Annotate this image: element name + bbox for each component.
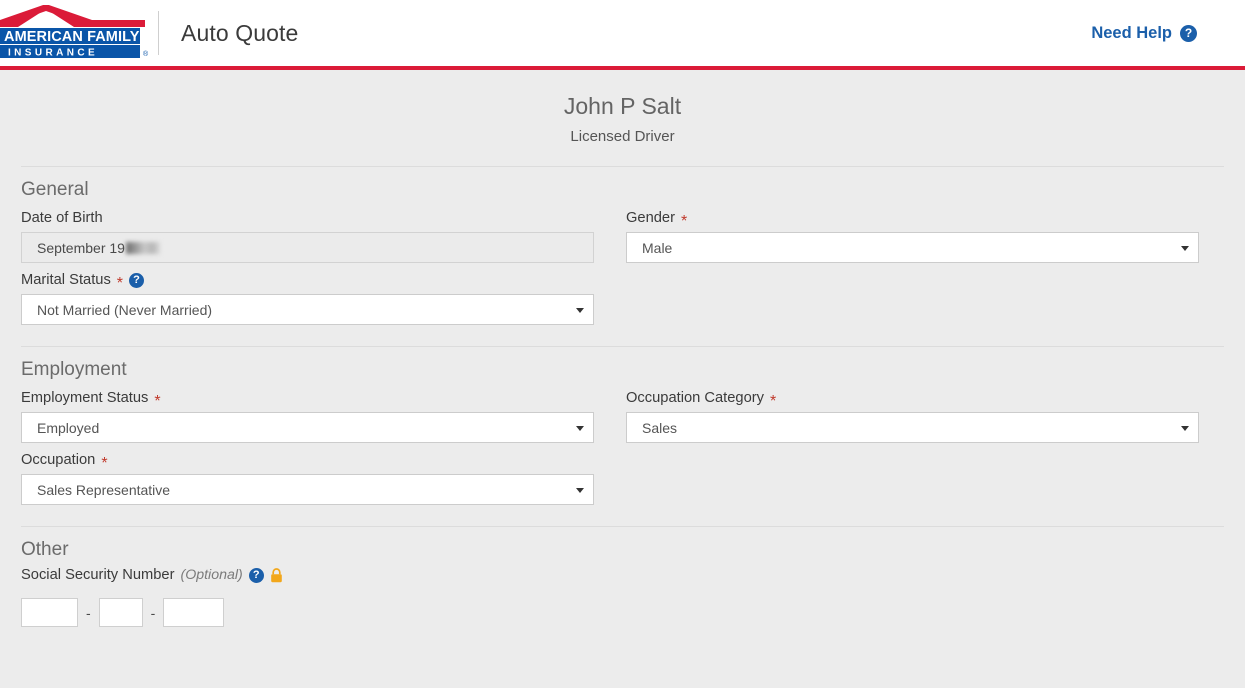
- question-mark-circle-icon[interactable]: ?: [1180, 25, 1197, 42]
- field-marital-status: Marital Status * ? Not Married (Never Ma…: [21, 272, 626, 325]
- section-title-other: Other: [21, 539, 1245, 561]
- app-header: AMERICAN FAMILY INSURANCE ® Auto Quote N…: [0, 0, 1245, 70]
- form-row-dob-gender: Date of Birth September 19 Gender * Male: [0, 210, 1245, 263]
- form-row-ssn-label: Social Security Number (Optional) ?: [0, 567, 1245, 589]
- svg-text:®: ®: [143, 50, 149, 58]
- need-help-label: Need Help: [1091, 24, 1172, 43]
- gender-value: Male: [642, 240, 672, 256]
- date-of-birth-input: September 19: [21, 232, 594, 263]
- section-divider: [21, 166, 1224, 167]
- ssn-part2-input[interactable]: [99, 598, 143, 627]
- label-text: Gender: [626, 210, 675, 227]
- required-asterisk: *: [101, 459, 107, 469]
- field-date-of-birth: Date of Birth September 19: [21, 210, 626, 263]
- label-date-of-birth: Date of Birth: [21, 210, 626, 227]
- section-title-general: General: [21, 179, 1245, 201]
- label-text: Social Security Number: [21, 567, 174, 584]
- ssn-part1-input[interactable]: [21, 598, 78, 627]
- need-help-link[interactable]: Need Help ?: [1091, 24, 1197, 43]
- dropdown-caret-icon: [1181, 246, 1189, 251]
- svg-text:INSURANCE: INSURANCE: [8, 48, 98, 59]
- padlock-icon: [270, 568, 283, 583]
- label-marital-status: Marital Status * ?: [21, 272, 626, 289]
- field-occupation: Occupation * Sales Representative: [21, 452, 626, 505]
- driver-name: John P Salt: [0, 94, 1245, 119]
- occupation-value: Sales Representative: [37, 482, 170, 498]
- dropdown-caret-icon: [1181, 426, 1189, 431]
- driver-role: Licensed Driver: [0, 128, 1245, 145]
- label-text: Date of Birth: [21, 210, 103, 227]
- dropdown-caret-icon: [576, 426, 584, 431]
- occupation-category-select[interactable]: Sales: [626, 412, 1199, 443]
- gender-select[interactable]: Male: [626, 232, 1199, 263]
- dropdown-caret-icon: [576, 308, 584, 313]
- section-general: General Date of Birth September 19 Gende…: [0, 166, 1245, 325]
- field-employment-status: Employment Status * Employed: [21, 390, 626, 443]
- driver-header: John P Salt Licensed Driver: [0, 70, 1245, 145]
- field-occupation-category: Occupation Category * Sales: [626, 390, 1231, 443]
- label-social-security-number: Social Security Number (Optional) ?: [21, 567, 626, 584]
- employment-status-value: Employed: [37, 420, 99, 436]
- field-social-security-number: Social Security Number (Optional) ?: [21, 567, 626, 589]
- dropdown-caret-icon: [576, 488, 584, 493]
- form-row-occupation: Occupation * Sales Representative: [0, 452, 1245, 505]
- section-other: Other Social Security Number (Optional) …: [0, 526, 1245, 627]
- required-asterisk: *: [117, 279, 123, 289]
- occupation-category-value: Sales: [642, 420, 677, 436]
- label-text: Employment Status: [21, 390, 148, 407]
- section-divider: [21, 526, 1224, 527]
- required-asterisk: *: [681, 217, 687, 227]
- ssn-input-group: - -: [0, 598, 1245, 627]
- label-text: Occupation Category: [626, 390, 764, 407]
- ssn-part3-input[interactable]: [163, 598, 224, 627]
- section-employment: Employment Employment Status * Employed …: [0, 346, 1245, 505]
- section-title-employment: Employment: [21, 359, 1245, 381]
- label-gender: Gender *: [626, 210, 1231, 227]
- field-spacer: [626, 272, 1231, 325]
- american-family-insurance-logo[interactable]: AMERICAN FAMILY INSURANCE ®: [0, 5, 150, 61]
- occupation-select[interactable]: Sales Representative: [21, 474, 594, 505]
- employment-status-select[interactable]: Employed: [21, 412, 594, 443]
- label-text: Marital Status: [21, 272, 111, 289]
- required-asterisk: *: [154, 397, 160, 407]
- label-text: Occupation: [21, 452, 95, 469]
- form-row-marital-status: Marital Status * ? Not Married (Never Ma…: [0, 272, 1245, 325]
- label-employment-status: Employment Status *: [21, 390, 626, 407]
- required-asterisk: *: [770, 397, 776, 407]
- ssn-separator: -: [151, 605, 156, 621]
- label-occupation-category: Occupation Category *: [626, 390, 1231, 407]
- form-row-employment: Employment Status * Employed Occupation …: [0, 390, 1245, 443]
- optional-tag: (Optional): [180, 567, 242, 584]
- page-title: Auto Quote: [181, 20, 298, 47]
- svg-text:AMERICAN FAMILY: AMERICAN FAMILY: [4, 29, 140, 45]
- field-spacer: [626, 452, 1231, 505]
- marital-status-value: Not Married (Never Married): [37, 302, 212, 318]
- ssn-separator: -: [86, 605, 91, 621]
- field-gender: Gender * Male: [626, 210, 1231, 263]
- question-mark-circle-icon[interactable]: ?: [249, 568, 264, 583]
- label-occupation: Occupation *: [21, 452, 626, 469]
- question-mark-circle-icon[interactable]: ?: [129, 273, 144, 288]
- header-divider: [158, 11, 159, 55]
- redaction-mask: [126, 242, 160, 254]
- section-divider: [21, 346, 1224, 347]
- date-of-birth-value: September 19: [37, 240, 125, 256]
- marital-status-select[interactable]: Not Married (Never Married): [21, 294, 594, 325]
